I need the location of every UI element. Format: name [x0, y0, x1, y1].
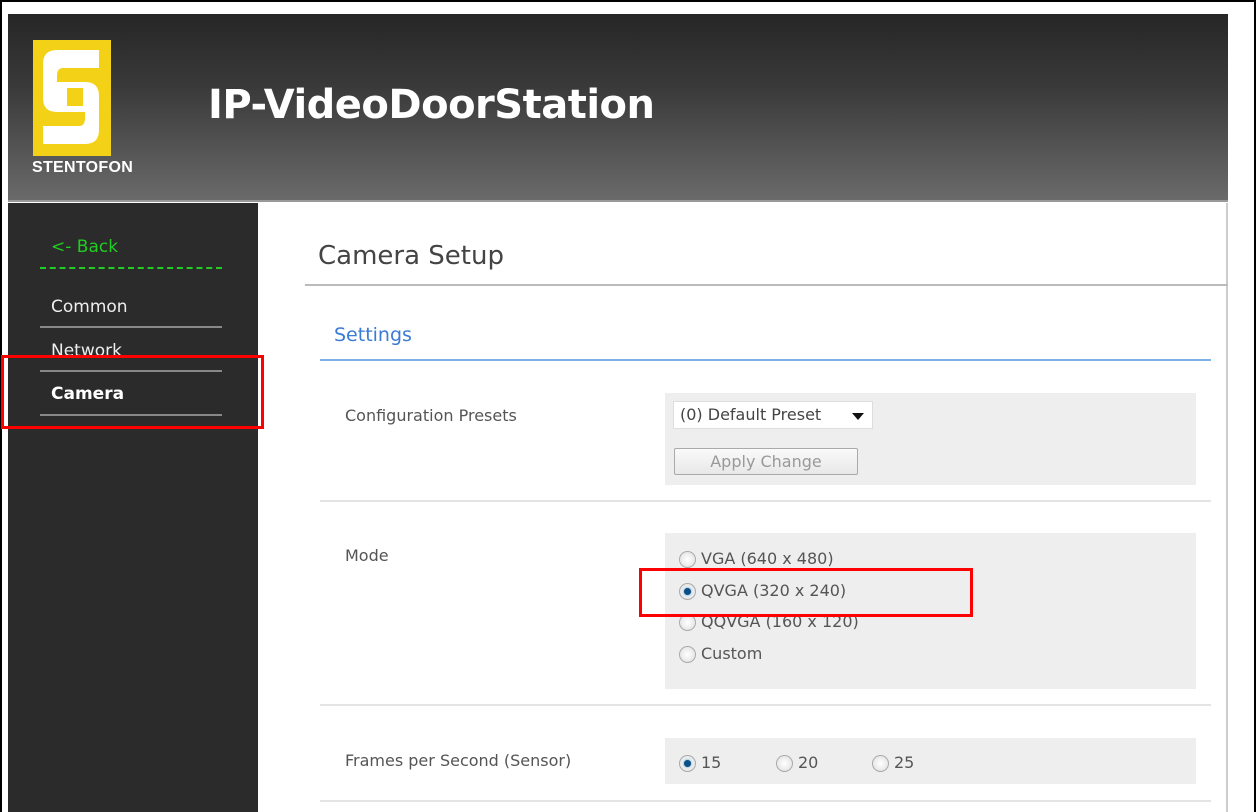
chevron-down-icon: [852, 413, 864, 420]
preset-select[interactable]: (0) Default Preset: [673, 401, 873, 429]
divider: [320, 500, 1211, 502]
header: STENTOFON IP-VideoDoorStation: [8, 14, 1228, 202]
page-title: Camera Setup: [318, 241, 504, 271]
mode-label: Mode: [345, 546, 389, 565]
fps-label: Frames per Second (Sensor): [345, 751, 572, 770]
radio-label: 15: [701, 753, 722, 772]
logo-text: STENTOFON: [32, 159, 134, 176]
highlight-box-camera-nav: [1, 355, 264, 429]
radio-selected-icon[interactable]: [679, 755, 696, 772]
back-link-label[interactable]: <- Back: [51, 237, 118, 257]
sidebar-item-label[interactable]: Common: [51, 297, 128, 317]
logo-s-icon: [43, 50, 99, 144]
divider: [320, 800, 1211, 802]
back-divider: [40, 267, 222, 269]
radio-label: 25: [894, 753, 915, 772]
divider: [320, 704, 1211, 706]
stentofon-logo: [33, 40, 111, 156]
fps-panel: 15 20 25: [665, 738, 1196, 784]
radio-label: 20: [798, 753, 819, 772]
highlight-box-qvga: [639, 568, 973, 617]
radio-label: Custom: [701, 644, 763, 663]
config-presets-label: Configuration Presets: [345, 406, 517, 425]
sidebar: <- Back Common Network Camera: [8, 203, 258, 812]
radio-icon[interactable]: [872, 755, 889, 772]
radio-icon[interactable]: [679, 551, 696, 568]
app-title: IP-VideoDoorStation: [208, 82, 655, 128]
radio-icon[interactable]: [776, 755, 793, 772]
radio-label: VGA (640 x 480): [701, 549, 834, 568]
main-content: Camera Setup Settings Configuration Pres…: [258, 203, 1228, 812]
preset-select-value: (0) Default Preset: [680, 405, 822, 424]
title-divider: [305, 284, 1228, 286]
divider: [40, 326, 222, 328]
config-presets-panel: (0) Default Preset Apply Change: [665, 393, 1196, 485]
apply-change-button[interactable]: Apply Change: [674, 448, 858, 475]
section-divider: [320, 359, 1211, 361]
section-title: Settings: [334, 324, 412, 346]
radio-icon[interactable]: [679, 646, 696, 663]
